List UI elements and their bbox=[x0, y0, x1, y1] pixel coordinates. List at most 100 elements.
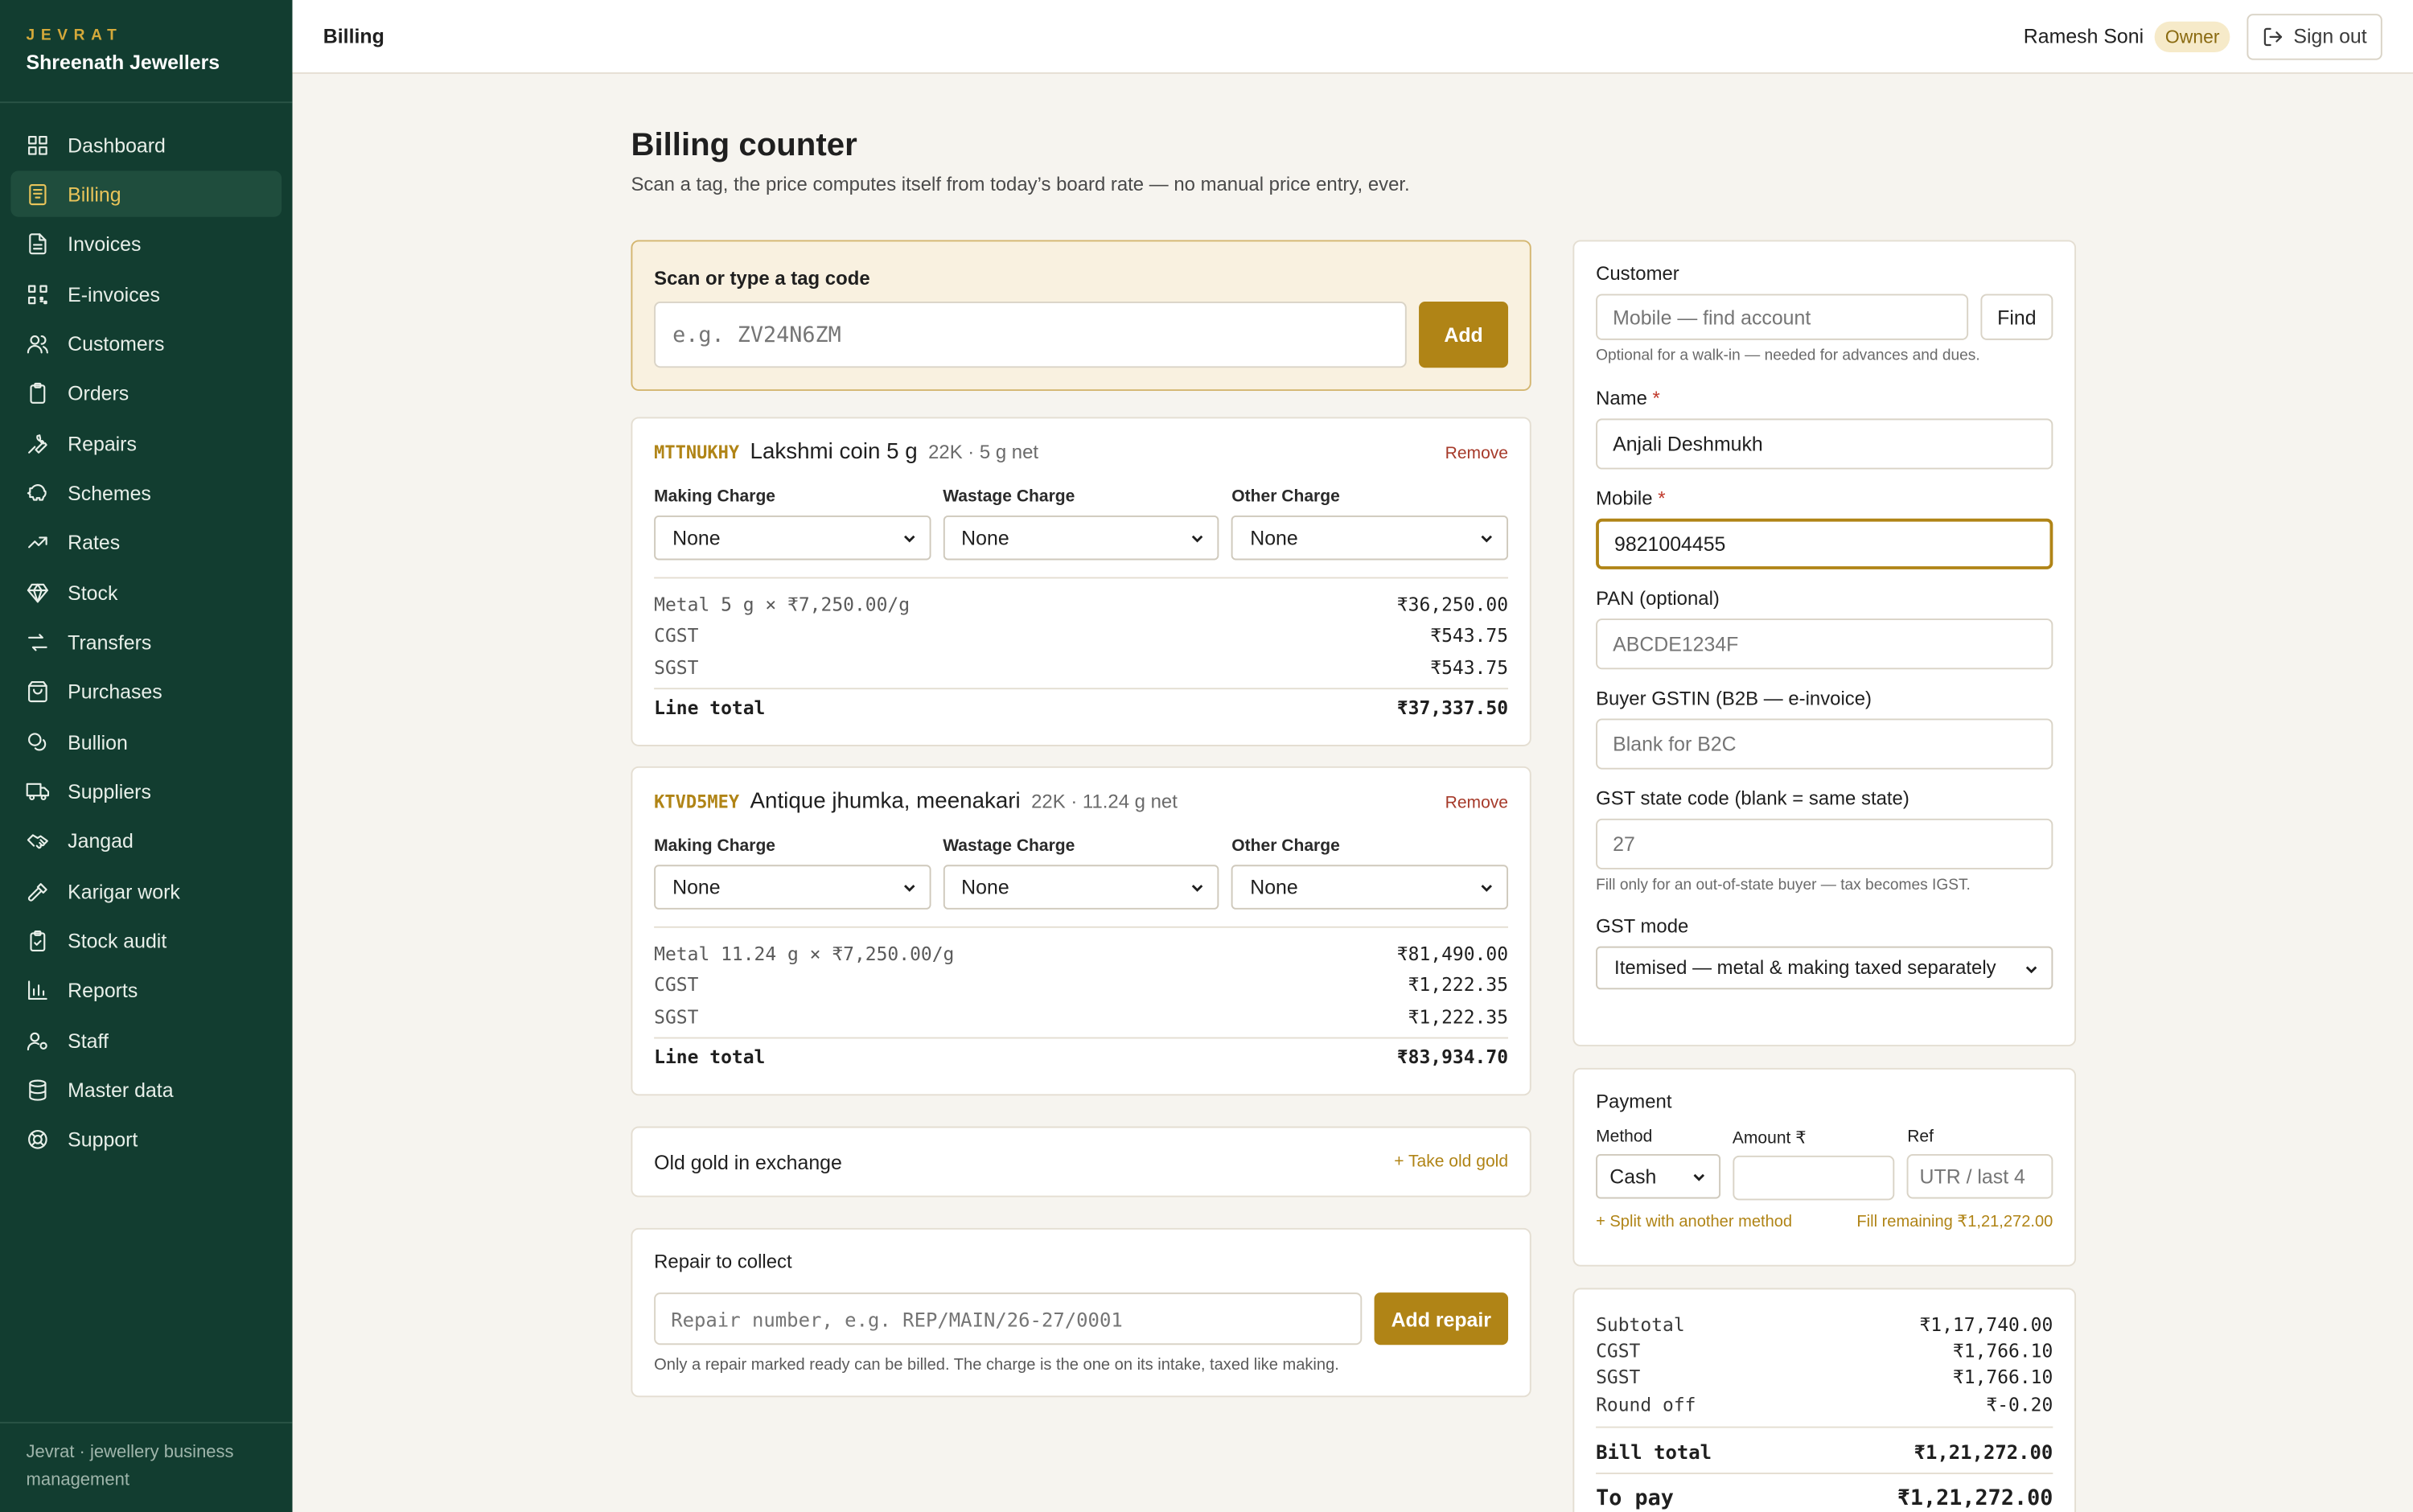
bill-total-value: ₹1,21,272.00 bbox=[1914, 1440, 2053, 1464]
sidebar-item-label: E-invoices bbox=[68, 282, 160, 306]
customer-mobile-input[interactable] bbox=[1596, 518, 2053, 569]
sidebar: JEVRAT Shreenath Jewellers Dashboard Bill… bbox=[0, 0, 293, 1512]
sidebar-item-repairs[interactable]: Repairs bbox=[10, 420, 282, 466]
charge-value: None bbox=[961, 875, 1009, 899]
gstin-input[interactable] bbox=[1596, 718, 2053, 770]
brand: JEVRAT Shreenath Jewellers bbox=[0, 0, 293, 104]
take-old-gold-link[interactable]: + Take old gold bbox=[1394, 1152, 1508, 1171]
amount-label: Amount ₹ bbox=[1732, 1129, 1807, 1148]
split-payment-link[interactable]: + Split with another method bbox=[1596, 1213, 1792, 1231]
payment-ref-input[interactable] bbox=[1907, 1153, 2053, 1199]
bill-total-row: Bill total ₹1,21,272.00 bbox=[1596, 1426, 2053, 1467]
sidebar-item-purchases[interactable]: Purchases bbox=[10, 669, 282, 715]
chevron-down-icon bbox=[1192, 535, 1203, 543]
charge-select[interactable]: None bbox=[654, 515, 931, 561]
calc-value: ₹1,222.35 bbox=[1408, 974, 1509, 996]
repair-title: Repair to collect bbox=[654, 1251, 792, 1273]
piggy-bank-icon bbox=[27, 482, 50, 505]
sign-out-button[interactable]: Sign out bbox=[2247, 13, 2382, 60]
find-customer-button[interactable]: Find bbox=[1980, 294, 2053, 340]
charge-select[interactable]: None bbox=[1231, 515, 1509, 561]
user-cog-icon bbox=[27, 1029, 50, 1052]
sidebar-item-label: Master data bbox=[68, 1079, 174, 1102]
state-code-label: GST state code (blank = same state) bbox=[1596, 787, 1909, 810]
find-hint: Optional for a walk-in — needed for adva… bbox=[1596, 347, 1980, 365]
role-badge: Owner bbox=[2154, 20, 2230, 52]
sidebar-item-staff[interactable]: Staff bbox=[10, 1017, 282, 1063]
sidebar-item-label: Bullion bbox=[68, 730, 128, 754]
remove-item-button[interactable]: Remove bbox=[1445, 445, 1508, 463]
calc-row: Metal 11.24 g × ₹7,250.00/g ₹81,490.00 bbox=[654, 939, 1508, 970]
required-marker: * bbox=[1652, 388, 1660, 409]
payment-method-select[interactable]: Cash bbox=[1596, 1153, 1720, 1199]
sidebar-item-orders[interactable]: Orders bbox=[10, 371, 282, 417]
customer-mobile-search-input[interactable] bbox=[1596, 294, 1969, 340]
state-code-hint: Fill only for an out-of-state buyer — ta… bbox=[1596, 877, 1971, 894]
line-total-value: ₹37,337.50 bbox=[1396, 696, 1509, 718]
sidebar-item-bullion[interactable]: Bullion bbox=[10, 719, 282, 765]
customer-name-input[interactable] bbox=[1596, 418, 2053, 470]
sidebar-item-schemes[interactable]: Schemes bbox=[10, 470, 282, 516]
charge-select[interactable]: None bbox=[654, 865, 931, 910]
calc-row: SGST ₹543.75 bbox=[654, 651, 1508, 683]
sidebar-item-customers[interactable]: Customers bbox=[10, 321, 282, 367]
calc-value: ₹36,250.00 bbox=[1396, 594, 1509, 616]
calc-label: CGST bbox=[654, 974, 699, 996]
sidebar-item-billing[interactable]: Billing bbox=[10, 171, 282, 218]
tag-code: MTTNUKHY bbox=[654, 442, 740, 463]
to-pay-value: ₹1,21,272.00 bbox=[1897, 1485, 2053, 1511]
sidebar-item-label: Billing bbox=[68, 183, 121, 207]
fill-remaining-link[interactable]: Fill remaining ₹1,21,272.00 bbox=[1856, 1213, 2053, 1231]
qr-icon bbox=[27, 282, 50, 306]
chevron-down-icon bbox=[1481, 535, 1493, 543]
sidebar-item-label: Invoices bbox=[68, 232, 142, 256]
sidebar-item-stock-audit[interactable]: Stock audit bbox=[10, 918, 282, 963]
charge-label: Wastage Charge bbox=[943, 487, 1075, 507]
pan-input[interactable] bbox=[1596, 618, 2053, 670]
charge-select[interactable]: None bbox=[943, 865, 1219, 910]
old-gold-title: Old gold in exchange bbox=[654, 1150, 842, 1173]
item-meta: 22K · 5 g net bbox=[928, 442, 1039, 463]
add-repair-button[interactable]: Add repair bbox=[1374, 1292, 1509, 1346]
sidebar-item-e-invoices[interactable]: E-invoices bbox=[10, 271, 282, 317]
sidebar-item-dashboard[interactable]: Dashboard bbox=[10, 121, 282, 167]
summary-label: SGST bbox=[1596, 1366, 1641, 1389]
sidebar-item-jangad[interactable]: Jangad bbox=[10, 819, 282, 865]
gst-mode-select[interactable]: Itemised — metal & making taxed separate… bbox=[1596, 946, 2053, 990]
sidebar-item-label: Suppliers bbox=[68, 779, 151, 803]
gst-mode-label: GST mode bbox=[1596, 915, 1689, 938]
payment-title: Payment bbox=[1596, 1091, 1672, 1113]
item-name: Antique jhumka, meenakari bbox=[750, 789, 1021, 815]
clipboard-icon bbox=[27, 382, 50, 405]
dashboard-icon bbox=[27, 134, 50, 157]
sidebar-item-label: Stock bbox=[68, 581, 118, 605]
bill-total-label: Bill total bbox=[1596, 1440, 1712, 1464]
tag-code-input[interactable] bbox=[654, 302, 1407, 368]
sidebar-item-transfers[interactable]: Transfers bbox=[10, 619, 282, 665]
charge-value: None bbox=[672, 526, 721, 550]
charge-label: Making Charge bbox=[654, 836, 776, 856]
state-code-input[interactable] bbox=[1596, 818, 2053, 870]
repair-panel: Repair to collect Add repair Only a repa… bbox=[631, 1227, 1531, 1398]
chevron-down-icon bbox=[903, 885, 915, 892]
sidebar-item-reports[interactable]: Reports bbox=[10, 968, 282, 1013]
charge-select[interactable]: None bbox=[943, 515, 1219, 561]
sidebar-item-support[interactable]: Support bbox=[10, 1117, 282, 1163]
repair-number-input[interactable] bbox=[654, 1292, 1363, 1346]
billing-icon bbox=[27, 183, 50, 206]
chevron-down-icon bbox=[1692, 1173, 1704, 1181]
sidebar-item-suppliers[interactable]: Suppliers bbox=[10, 769, 282, 815]
sidebar-item-invoices[interactable]: Invoices bbox=[10, 221, 282, 267]
remove-item-button[interactable]: Remove bbox=[1445, 794, 1508, 812]
payment-amount-input[interactable] bbox=[1732, 1155, 1895, 1201]
charge-select[interactable]: None bbox=[1231, 865, 1509, 910]
sidebar-item-master-data[interactable]: Master data bbox=[10, 1067, 282, 1113]
calc-row: SGST ₹1,222.35 bbox=[654, 1001, 1508, 1033]
sidebar-nav: Dashboard Billing Invoices E-invoices Custom… bbox=[0, 103, 293, 1163]
sidebar-item-rates[interactable]: Rates bbox=[10, 520, 282, 565]
add-tag-button[interactable]: Add bbox=[1419, 302, 1509, 368]
sidebar-item-karigar-work[interactable]: Karigar work bbox=[10, 868, 282, 914]
customer-panel: Customer Find Optional for a walk-in — n… bbox=[1572, 240, 2077, 1047]
sidebar-item-stock[interactable]: Stock bbox=[10, 569, 282, 615]
chevron-down-icon bbox=[1192, 885, 1203, 892]
